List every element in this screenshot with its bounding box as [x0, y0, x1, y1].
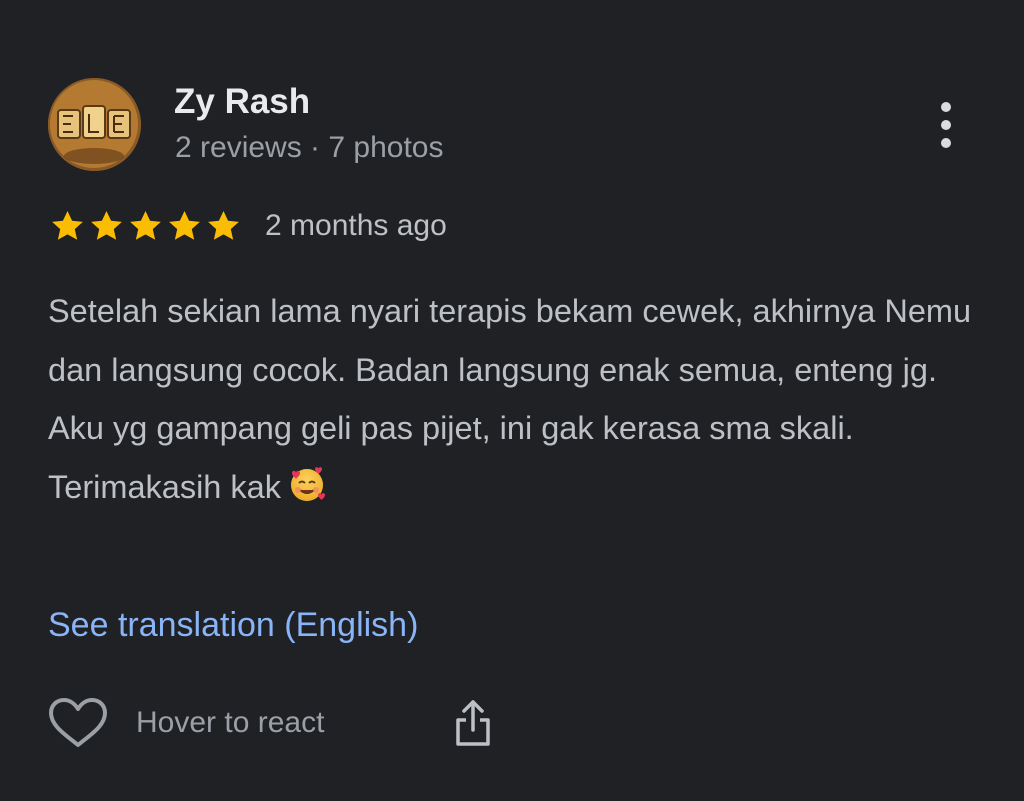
review-card: Zy Rash 2 reviews · 7 photos 2 months ag…	[0, 0, 1024, 801]
author-meta[interactable]: 2 reviews · 7 photos	[175, 128, 443, 168]
more-options-button[interactable]	[924, 96, 968, 154]
smiling-face-with-hearts-emoji	[287, 464, 327, 523]
star-icon	[130, 210, 161, 240]
avatar-image	[48, 78, 141, 171]
review-body: Setelah sekian lama nyari terapis bekam …	[48, 293, 972, 505]
share-button[interactable]	[448, 694, 498, 752]
star-icon	[52, 210, 83, 240]
review-text: Setelah sekian lama nyari terapis bekam …	[48, 282, 988, 522]
star-rating	[48, 207, 243, 245]
author-name[interactable]: Zy Rash	[174, 80, 310, 124]
more-vertical-icon-dot	[941, 120, 951, 130]
star-icon	[91, 210, 122, 240]
star-icon	[208, 210, 239, 240]
heart-outline-icon	[49, 698, 107, 747]
star-icon	[169, 210, 200, 240]
react-label: Hover to react	[136, 706, 325, 739]
rating-row: 2 months ago	[48, 204, 447, 248]
more-vertical-icon-dot	[941, 138, 951, 148]
review-time: 2 months ago	[265, 209, 447, 242]
more-vertical-icon	[941, 102, 951, 112]
react-button[interactable]: Hover to react	[48, 697, 324, 749]
see-translation-link[interactable]: See translation (English)	[48, 600, 418, 650]
share-icon	[456, 700, 490, 746]
review-actions: Hover to react	[48, 694, 490, 752]
avatar[interactable]	[48, 78, 141, 171]
